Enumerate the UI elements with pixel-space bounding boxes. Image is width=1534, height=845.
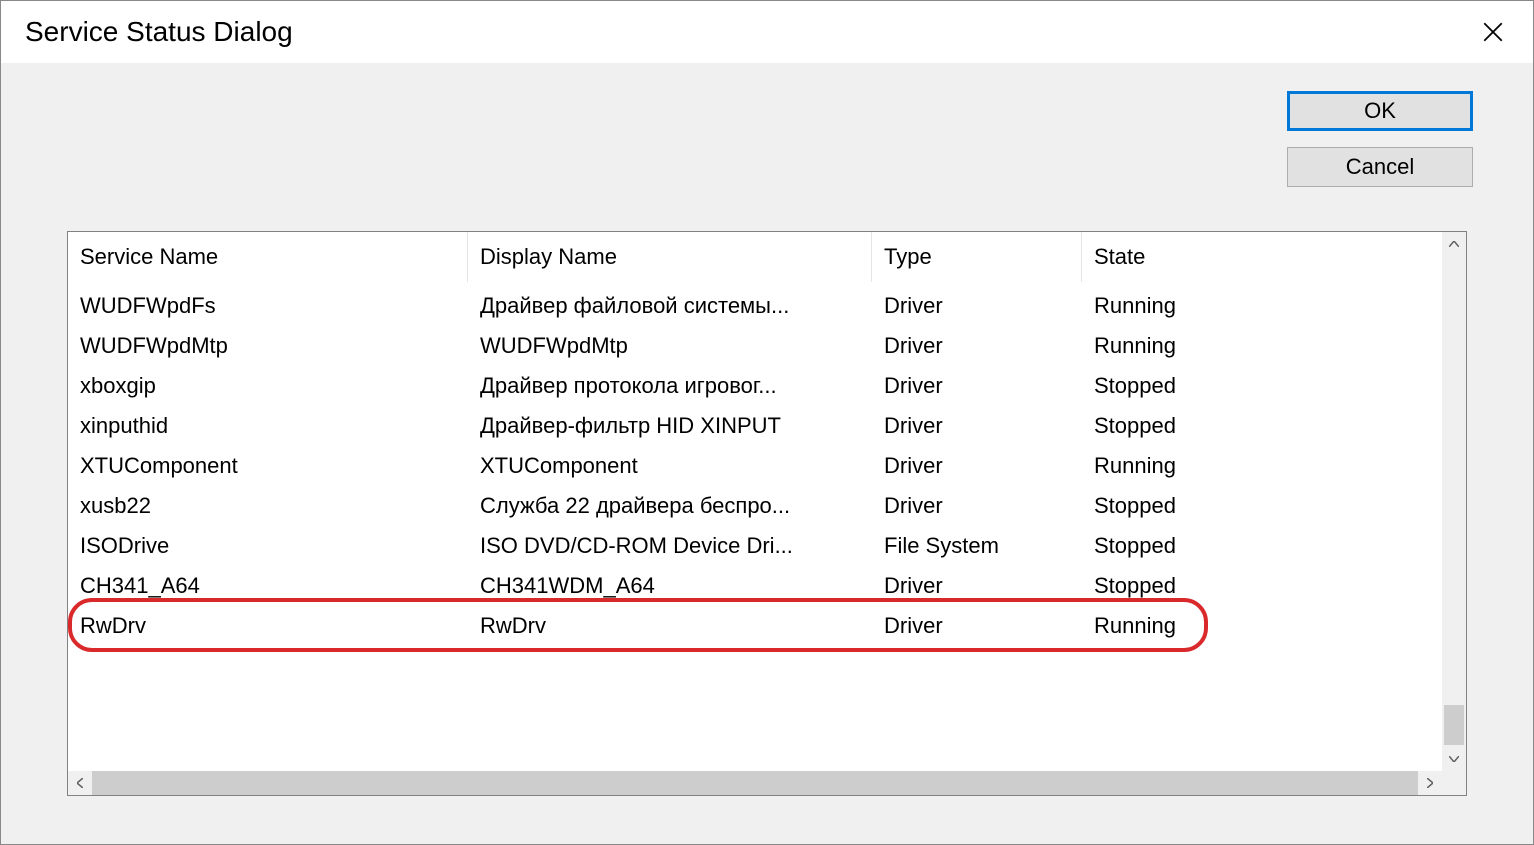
- column-header-display-name[interactable]: Display Name: [468, 232, 872, 282]
- cell-state: Stopped: [1082, 493, 1442, 519]
- scroll-down-arrow-icon[interactable]: [1442, 747, 1466, 771]
- cancel-button[interactable]: Cancel: [1287, 147, 1473, 187]
- cell-display-name: RwDrv: [468, 613, 872, 639]
- horizontal-scroll-row: [68, 771, 1466, 795]
- cell-type: Driver: [872, 333, 1082, 359]
- table-row[interactable]: xinputhidДрайвер-фильтр HID XINPUTDriver…: [68, 406, 1442, 446]
- cell-display-name: ISO DVD/CD-ROM Device Dri...: [468, 533, 872, 559]
- ok-button[interactable]: OK: [1287, 91, 1473, 131]
- column-header-service-name[interactable]: Service Name: [68, 232, 468, 282]
- table-row[interactable]: xboxgipДрайвер протокола игровог...Drive…: [68, 366, 1442, 406]
- column-header-state[interactable]: State: [1082, 232, 1442, 282]
- vertical-scroll-thumb[interactable]: [1444, 705, 1464, 745]
- cell-display-name: Драйвер протокола игровог...: [468, 373, 872, 399]
- titlebar: Service Status Dialog: [1, 1, 1533, 63]
- table-row[interactable]: XTUComponentXTUComponentDriverRunning: [68, 446, 1442, 486]
- cell-state: Running: [1082, 333, 1442, 359]
- cell-display-name: Драйвер-фильтр HID XINPUT: [468, 413, 872, 439]
- cell-display-name: CH341WDM_A64: [468, 573, 872, 599]
- vertical-scroll-track[interactable]: [1442, 256, 1466, 747]
- cell-service-name: ISODrive: [68, 533, 468, 559]
- cell-display-name: Служба 22 драйвера беспро...: [468, 493, 872, 519]
- table-row[interactable]: CH341_A64CH341WDM_A64DriverStopped: [68, 566, 1442, 606]
- cell-state: Stopped: [1082, 573, 1442, 599]
- cell-type: Driver: [872, 413, 1082, 439]
- column-header-type[interactable]: Type: [872, 232, 1082, 282]
- table-row[interactable]: xusb22Служба 22 драйвера беспро...Driver…: [68, 486, 1442, 526]
- cell-type: Driver: [872, 373, 1082, 399]
- dialog-buttons: OK Cancel: [1287, 91, 1473, 187]
- close-button[interactable]: [1471, 10, 1515, 54]
- cell-type: Driver: [872, 453, 1082, 479]
- cell-state: Stopped: [1082, 533, 1442, 559]
- scroll-right-arrow-icon[interactable]: [1418, 771, 1442, 795]
- cell-service-name: RwDrv: [68, 613, 468, 639]
- table-row[interactable]: RwDrvRwDrvDriverRunning: [68, 606, 1442, 646]
- cell-service-name: xusb22: [68, 493, 468, 519]
- cell-service-name: CH341_A64: [68, 573, 468, 599]
- services-listview[interactable]: Service Name Display Name Type State WUD…: [67, 231, 1467, 796]
- listview-main: Service Name Display Name Type State WUD…: [68, 232, 1466, 771]
- cell-type: Driver: [872, 613, 1082, 639]
- vertical-scrollbar[interactable]: [1442, 232, 1466, 771]
- dialog-window: Service Status Dialog OK Cancel Service …: [0, 0, 1534, 845]
- horizontal-scroll-track[interactable]: [92, 771, 1418, 795]
- cell-display-name: WUDFWpdMtp: [468, 333, 872, 359]
- cell-type: Driver: [872, 573, 1082, 599]
- cell-service-name: WUDFWpdMtp: [68, 333, 468, 359]
- cell-display-name: Драйвер файловой системы...: [468, 293, 872, 319]
- client-area: OK Cancel Service Name Display Name Type…: [1, 63, 1533, 844]
- cell-state: Running: [1082, 293, 1442, 319]
- listview-content: Service Name Display Name Type State WUD…: [68, 232, 1442, 771]
- cell-service-name: XTUComponent: [68, 453, 468, 479]
- table-row[interactable]: ISODriveISO DVD/CD-ROM Device Dri...File…: [68, 526, 1442, 566]
- cell-type: Driver: [872, 493, 1082, 519]
- table-row[interactable]: WUDFWpdFsДрайвер файловой системы...Driv…: [68, 286, 1442, 326]
- listview-header: Service Name Display Name Type State: [68, 232, 1442, 282]
- horizontal-scrollbar[interactable]: [68, 771, 1442, 795]
- scroll-up-arrow-icon[interactable]: [1442, 232, 1466, 256]
- cell-type: Driver: [872, 293, 1082, 319]
- cell-state: Running: [1082, 613, 1442, 639]
- cell-state: Stopped: [1082, 373, 1442, 399]
- cell-type: File System: [872, 533, 1082, 559]
- cell-display-name: XTUComponent: [468, 453, 872, 479]
- listview-body: WUDFWpdFsДрайвер файловой системы...Driv…: [68, 282, 1442, 646]
- scrollbar-corner: [1442, 771, 1466, 795]
- dialog-title: Service Status Dialog: [25, 16, 293, 48]
- cell-state: Stopped: [1082, 413, 1442, 439]
- table-row[interactable]: WUDFWpdMtpWUDFWpdMtpDriverRunning: [68, 326, 1442, 366]
- scroll-left-arrow-icon[interactable]: [68, 771, 92, 795]
- cell-service-name: xinputhid: [68, 413, 468, 439]
- cell-state: Running: [1082, 453, 1442, 479]
- close-icon: [1483, 22, 1503, 42]
- cell-service-name: WUDFWpdFs: [68, 293, 468, 319]
- cell-service-name: xboxgip: [68, 373, 468, 399]
